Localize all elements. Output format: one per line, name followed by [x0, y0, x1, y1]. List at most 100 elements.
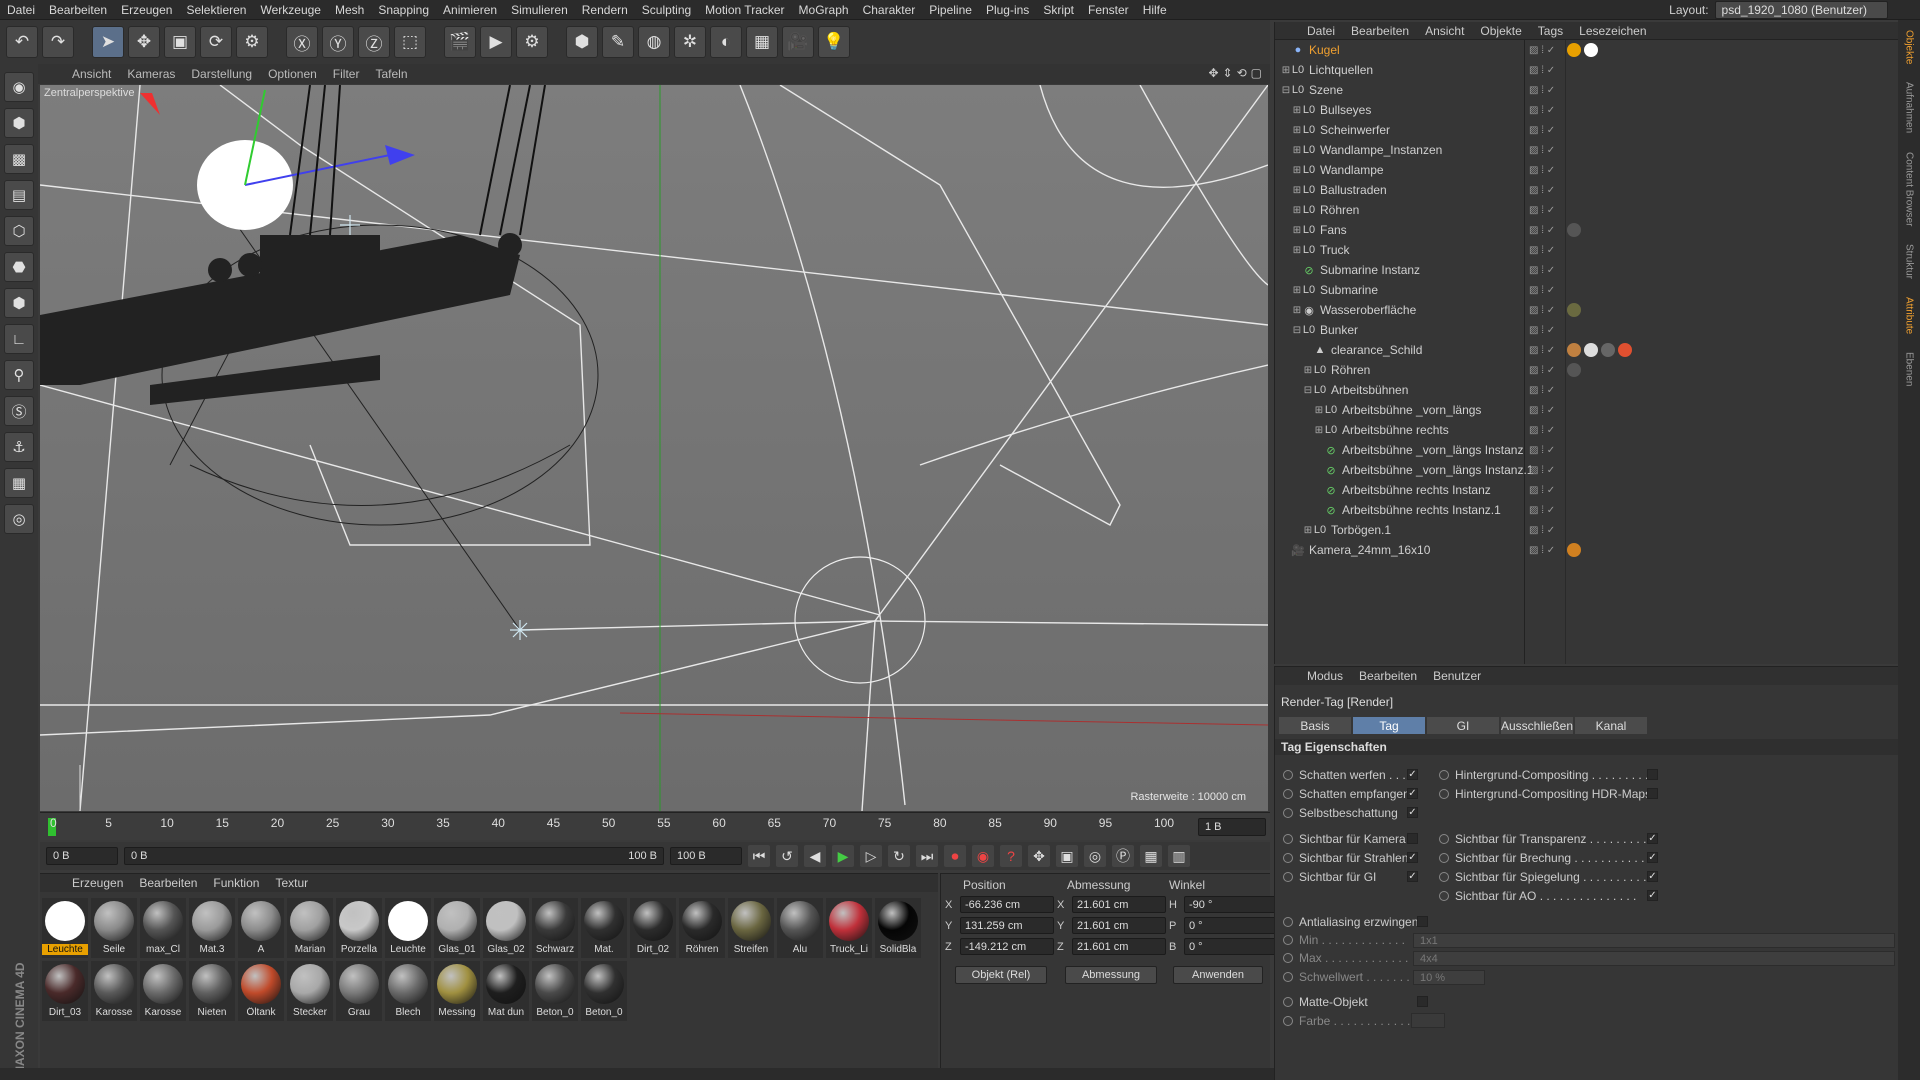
next-key-icon[interactable]: ↻ [888, 845, 910, 867]
prev-key-icon[interactable]: ↺ [776, 845, 798, 867]
object-row[interactable]: ⊟ L0 Arbeitsbühnen ▨ ⁞ ✓ [1275, 380, 1899, 400]
rotation-key-icon[interactable]: ◎ [1084, 845, 1106, 867]
menu-item[interactable]: Skript [1036, 3, 1081, 17]
object-row[interactable]: ⊞ L0 Röhren ▨ ⁞ ✓ [1275, 200, 1899, 220]
material-swatch[interactable]: Glas_01 [434, 898, 480, 958]
side-tab[interactable]: Objekte [1904, 30, 1915, 64]
object-row[interactable]: ⊞ ◉ Wasseroberfläche ▨ ⁞ ✓ [1275, 300, 1899, 320]
timeline-ruler[interactable]: 0 5 10 15 20 25 30 35 40 45 50 55 60 65 70 75 80 85 90 95 10… [40, 812, 1270, 840]
undo-icon[interactable]: ↶ [6, 26, 38, 58]
antialiasing-checkbox[interactable] [1417, 916, 1428, 927]
material-swatch[interactable]: max_Cl [140, 898, 186, 958]
tag-icon[interactable] [1567, 343, 1581, 357]
visibility-toggle[interactable]: ▨ ⁞ ✓ [1529, 145, 1555, 156]
redo-icon[interactable]: ↷ [42, 26, 74, 58]
tag-icon[interactable] [1567, 43, 1581, 57]
tag-icon[interactable] [1567, 543, 1581, 557]
expand-toggle[interactable]: ⊞ [1292, 245, 1302, 256]
material-swatch[interactable]: Seile [91, 898, 137, 958]
move-tool-icon[interactable]: ✥ [128, 26, 160, 58]
object-row[interactable]: ⊞ L0 Wandlampe_Instanzen ▨ ⁞ ✓ [1275, 140, 1899, 160]
preview-range-slider[interactable]: 0 B 100 B [124, 847, 664, 865]
prop-checkbox[interactable]: ✓ [1407, 807, 1418, 818]
goto-end-icon[interactable]: ⏭ [916, 845, 938, 867]
object-row[interactable]: ⊞ L0 Bullseyes ▨ ⁞ ✓ [1275, 100, 1899, 120]
expand-toggle[interactable]: ⊞ [1303, 525, 1313, 536]
pla-key-icon[interactable]: ▦ [1140, 845, 1162, 867]
material-swatch[interactable]: SolidBla [875, 898, 921, 958]
visibility-toggle[interactable]: ▨ ⁞ ✓ [1529, 245, 1555, 256]
visibility-toggle[interactable]: ▨ ⁞ ✓ [1529, 325, 1555, 336]
attribute-menu-item[interactable]: Modus [1299, 669, 1351, 683]
object-row[interactable]: ⊞ L0 Arbeitsbühne _vorn_längs ▨ ⁞ ✓ [1275, 400, 1899, 420]
object-row[interactable]: ⊘ Arbeitsbühne _vorn_längs Instanz ▨ ⁞ ✓ [1275, 440, 1899, 460]
expand-toggle[interactable]: ⊟ [1281, 85, 1291, 96]
visibility-toggle[interactable]: ▨ ⁞ ✓ [1529, 205, 1555, 216]
polygons-mode-icon[interactable]: ⬢ [4, 288, 34, 318]
matte-checkbox[interactable] [1417, 996, 1428, 1007]
visibility-toggle[interactable]: ▨ ⁞ ✓ [1529, 265, 1555, 276]
prop-checkbox[interactable]: ✓ [1407, 788, 1418, 799]
max-dropdown[interactable]: 4x4 [1413, 951, 1895, 966]
pen-spline-icon[interactable]: ✎ [602, 26, 634, 58]
prop-checkbox[interactable]: ✓ [1647, 852, 1658, 863]
size-field[interactable]: 21.601 cm [1072, 938, 1166, 955]
material-swatch[interactable]: Röhren [679, 898, 725, 958]
object-menu-item[interactable]: Datei [1299, 24, 1343, 38]
min-dropdown[interactable]: 1x1 [1413, 933, 1895, 948]
snap-icon[interactable]: Ⓢ [4, 396, 34, 426]
render-picture-viewer-icon[interactable]: ▶ [480, 26, 512, 58]
object-row[interactable]: ▲ clearance_Schild ▨ ⁞ ✓ [1275, 340, 1899, 360]
subdivision-icon[interactable]: ◍ [638, 26, 670, 58]
rotate-view-icon[interactable]: ⟲ [1237, 66, 1247, 80]
tag-icon[interactable] [1567, 363, 1581, 377]
material-swatch[interactable]: Blech [385, 961, 431, 1021]
menu-item[interactable]: Simulieren [504, 3, 575, 17]
material-swatch[interactable]: Alu [777, 898, 823, 958]
tag-icon[interactable] [1618, 343, 1632, 357]
material-swatch[interactable]: A [238, 898, 284, 958]
expand-toggle[interactable]: ⊞ [1292, 105, 1302, 116]
viewport-menu-item[interactable]: Tafeln [367, 67, 415, 81]
side-tab[interactable]: Content Browser [1904, 152, 1915, 226]
material-swatch[interactable]: Dirt_03 [42, 961, 88, 1021]
object-menu-item[interactable]: Objekte [1472, 24, 1529, 38]
light-icon[interactable]: 💡 [818, 26, 850, 58]
render-view-icon[interactable]: 🎬 [444, 26, 476, 58]
tweak-mode-icon[interactable]: ⚲ [4, 360, 34, 390]
tag-icon[interactable] [1584, 43, 1598, 57]
material-swatch[interactable]: Leuchte [385, 898, 431, 958]
object-row[interactable]: ⊞ L0 Scheinwerfer ▨ ⁞ ✓ [1275, 120, 1899, 140]
keyframe-selection-icon[interactable]: ? [1000, 845, 1022, 867]
visibility-toggle[interactable]: ▨ ⁞ ✓ [1529, 125, 1555, 136]
workplane-icon[interactable]: ▤ [4, 180, 34, 210]
attribute-menu-item[interactable]: Benutzer [1425, 669, 1489, 683]
material-swatch[interactable]: Grau [336, 961, 382, 1021]
viewport[interactable]: Zentralperspektive Rasterweite : 10000 c… [40, 85, 1268, 811]
cube-primitive-icon[interactable]: ⬢ [566, 26, 598, 58]
current-frame-field[interactable]: 1 B [1198, 818, 1266, 836]
expand-toggle[interactable]: ⊞ [1292, 305, 1302, 316]
scale-tool-icon[interactable]: ▣ [164, 26, 196, 58]
soft-selection-icon[interactable]: ◎ [4, 504, 34, 534]
size-field[interactable]: 21.601 cm [1072, 917, 1166, 934]
grid-lock-icon[interactable]: ▦ [4, 468, 34, 498]
visibility-toggle[interactable]: ▨ ⁞ ✓ [1529, 345, 1555, 356]
material-swatch[interactable]: Messing [434, 961, 480, 1021]
prop-checkbox[interactable]: ✓ [1407, 852, 1418, 863]
zoom-view-icon[interactable]: ⇕ [1223, 66, 1233, 80]
apply-button[interactable]: Anwenden [1173, 966, 1263, 984]
menu-item[interactable]: Rendern [575, 3, 635, 17]
object-menu-item[interactable]: Ansicht [1417, 24, 1472, 38]
material-menu-item[interactable]: Bearbeiten [131, 876, 205, 890]
menu-item[interactable]: MoGraph [792, 3, 856, 17]
prop-checkbox[interactable] [1647, 788, 1658, 799]
material-swatch[interactable]: Mat.3 [189, 898, 235, 958]
auto-key-icon[interactable]: ◉ [972, 845, 994, 867]
material-menu-item[interactable]: Funktion [205, 876, 267, 890]
material-swatch[interactable]: Nieten [189, 961, 235, 1021]
object-row[interactable]: ⊞ L0 Lichtquellen ▨ ⁞ ✓ [1275, 60, 1899, 80]
object-menu-item[interactable]: Lesezeichen [1571, 24, 1654, 38]
object-menu-item[interactable]: Tags [1530, 24, 1571, 38]
tab-ausschließen[interactable]: Ausschließen [1501, 717, 1573, 734]
